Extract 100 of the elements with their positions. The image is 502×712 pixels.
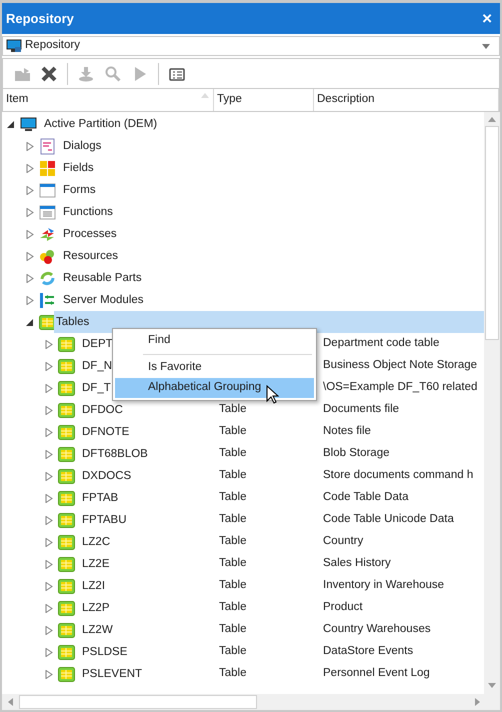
description-cell: Department code table bbox=[323, 337, 440, 350]
menu-item[interactable]: Find bbox=[115, 331, 314, 351]
table-icon bbox=[58, 512, 75, 528]
tree-item[interactable]: DFDOC bbox=[80, 399, 125, 421]
table-icon bbox=[58, 556, 75, 572]
expand-icon[interactable] bbox=[45, 406, 53, 414]
play-icon bbox=[132, 66, 148, 82]
table-icon bbox=[58, 600, 75, 616]
monitor-icon bbox=[20, 116, 37, 132]
expand-icon[interactable] bbox=[45, 538, 53, 546]
tree-item[interactable]: DFT68BLOB bbox=[80, 443, 150, 465]
expand-icon[interactable] bbox=[26, 252, 34, 260]
tree-item[interactable]: FPTABU bbox=[80, 509, 129, 531]
tree-item[interactable]: PSLEVENT bbox=[80, 663, 144, 685]
description-cell: DataStore Events bbox=[323, 645, 414, 658]
description-cell: Notes file bbox=[323, 425, 371, 438]
tree-item[interactable]: FPTAB bbox=[80, 487, 120, 509]
table-icon bbox=[58, 336, 75, 352]
column-header[interactable]: Type bbox=[214, 89, 314, 111]
tree-item: Tables bbox=[55, 315, 90, 330]
type-cell: Table bbox=[219, 623, 246, 636]
expand-icon[interactable] bbox=[45, 670, 53, 678]
tree-item[interactable]: Server Modules bbox=[61, 289, 146, 311]
tree-item[interactable]: Active Partition (DEM) bbox=[42, 113, 160, 135]
scroll-left-icon bbox=[8, 698, 13, 706]
tree-item[interactable]: LZ2P bbox=[80, 597, 112, 619]
expand-icon[interactable] bbox=[45, 494, 53, 502]
description-cell: Store documents command h bbox=[323, 469, 474, 482]
table-icon bbox=[58, 622, 75, 638]
tree-item[interactable]: DXDOCS bbox=[80, 465, 134, 487]
tree-item[interactable]: Forms bbox=[61, 179, 98, 201]
tree-item[interactable]: Dialogs bbox=[61, 135, 104, 157]
tree-item[interactable]: DEPT bbox=[80, 333, 115, 355]
tree-item[interactable]: LZ2W bbox=[80, 619, 115, 641]
expand-icon[interactable] bbox=[45, 472, 53, 480]
vertical-scrollbar[interactable] bbox=[484, 112, 500, 694]
scroll-up-icon bbox=[488, 117, 496, 122]
tree-item[interactable]: Functions bbox=[61, 201, 115, 223]
grid-icon bbox=[39, 160, 56, 176]
column-header[interactable]: Item bbox=[3, 89, 214, 111]
expand-icon[interactable] bbox=[45, 626, 53, 634]
tree-item[interactable]: LZ2E bbox=[80, 553, 112, 575]
expand-icon[interactable] bbox=[26, 142, 34, 150]
description-cell: Inventory in Warehouse bbox=[323, 579, 444, 592]
table-icon bbox=[58, 358, 75, 374]
expand-icon[interactable] bbox=[45, 516, 53, 524]
description-cell: Code Table Data bbox=[323, 491, 408, 504]
menu-item[interactable]: Is Favorite bbox=[115, 358, 314, 378]
expand-icon[interactable] bbox=[45, 582, 53, 590]
expand-icon[interactable] bbox=[26, 186, 34, 194]
expand-icon[interactable] bbox=[45, 648, 53, 656]
document-icon bbox=[39, 204, 56, 220]
monitor-icon bbox=[6, 39, 22, 53]
delete-icon bbox=[41, 66, 57, 82]
expand-icon[interactable] bbox=[45, 604, 53, 612]
expand-icon[interactable] bbox=[26, 208, 34, 216]
tree-item[interactable]: DF_T bbox=[80, 377, 113, 399]
description-cell: Personnel Event Log bbox=[323, 667, 430, 680]
description-cell: Documents file bbox=[323, 403, 400, 416]
location-dropdown[interactable]: Repository bbox=[2, 36, 500, 56]
expand-icon[interactable] bbox=[45, 450, 53, 458]
type-cell: Table bbox=[219, 403, 246, 416]
table-icon bbox=[58, 402, 75, 418]
scrollbar-thumb[interactable] bbox=[19, 695, 257, 709]
type-cell: Table bbox=[219, 513, 246, 526]
collapse-icon[interactable] bbox=[7, 120, 15, 128]
column-header[interactable]: Description bbox=[314, 89, 499, 111]
table-icon bbox=[58, 578, 75, 594]
type-cell: Table bbox=[219, 557, 246, 570]
collapse-icon[interactable] bbox=[26, 318, 34, 326]
type-cell: Table bbox=[219, 579, 246, 592]
expand-icon[interactable] bbox=[45, 428, 53, 436]
tree-item[interactable]: Resources bbox=[61, 245, 120, 267]
tree-item[interactable]: DF_N bbox=[80, 355, 114, 377]
expand-icon[interactable] bbox=[26, 164, 34, 172]
expand-icon[interactable] bbox=[26, 274, 34, 282]
tree-item[interactable]: PSLDSE bbox=[80, 641, 130, 663]
type-cell: Table bbox=[219, 645, 246, 658]
tree-item[interactable]: Fields bbox=[61, 157, 96, 179]
tree-item[interactable]: Reusable Parts bbox=[61, 267, 144, 289]
tree-item[interactable]: DFNOTE bbox=[80, 421, 132, 443]
close-button[interactable]: × bbox=[478, 10, 496, 27]
scrollbar-thumb[interactable] bbox=[485, 126, 499, 340]
table-icon bbox=[58, 380, 75, 396]
expand-icon[interactable] bbox=[45, 362, 53, 370]
scroll-down-icon bbox=[488, 683, 496, 688]
type-cell: Table bbox=[219, 535, 246, 548]
expand-icon[interactable] bbox=[45, 560, 53, 568]
tree-item[interactable]: Processes bbox=[61, 223, 119, 245]
expand-icon[interactable] bbox=[26, 296, 34, 304]
tree-item[interactable]: LZ2C bbox=[80, 531, 112, 553]
menu-item[interactable]: Alphabetical Grouping bbox=[115, 378, 314, 398]
table-icon bbox=[39, 314, 56, 330]
expand-icon[interactable] bbox=[26, 230, 34, 238]
horizontal-scrollbar[interactable] bbox=[2, 694, 500, 710]
server-icon bbox=[39, 292, 56, 308]
expand-icon[interactable] bbox=[45, 340, 53, 348]
description-cell: Sales History bbox=[323, 557, 391, 570]
tree-item[interactable]: LZ2I bbox=[80, 575, 108, 597]
expand-icon[interactable] bbox=[45, 384, 53, 392]
